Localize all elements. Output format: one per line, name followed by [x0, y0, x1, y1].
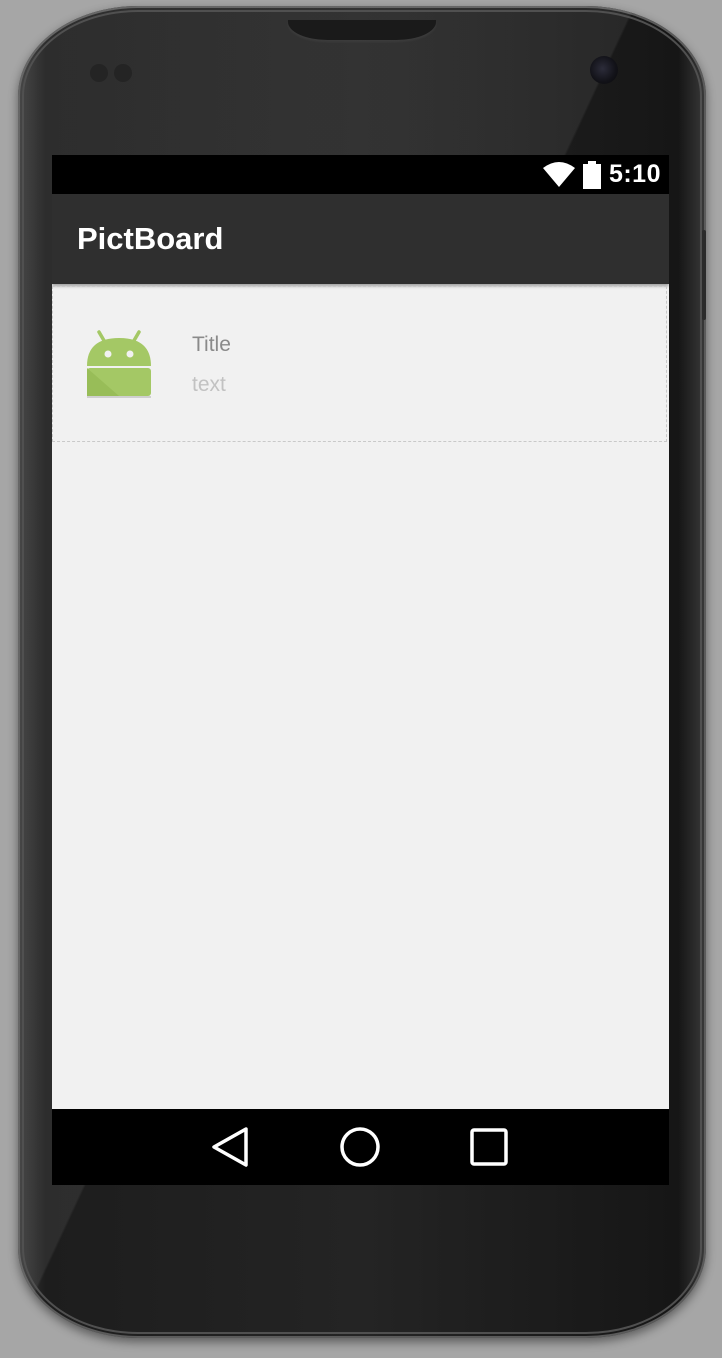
- navigation-bar: [52, 1109, 669, 1185]
- content-area: Title text: [52, 284, 669, 1109]
- list-item[interactable]: Title text: [52, 286, 667, 442]
- recents-icon[interactable]: [467, 1125, 511, 1169]
- app-bar: PictBoard: [52, 194, 669, 284]
- front-camera: [590, 56, 618, 84]
- earpiece-speaker: [288, 20, 436, 40]
- power-button[interactable]: [702, 230, 706, 320]
- battery-icon: [582, 160, 601, 189]
- app-title: PictBoard: [77, 221, 224, 256]
- status-icons: 5:10: [542, 155, 661, 194]
- home-icon[interactable]: [338, 1125, 382, 1169]
- android-icon: [87, 330, 151, 398]
- wifi-icon: [542, 161, 575, 187]
- clock: 5:10: [608, 160, 661, 188]
- device-screen: 5:10 PictBoard Title text: [52, 155, 669, 1185]
- back-icon[interactable]: [208, 1125, 252, 1169]
- list-item-title: Title: [192, 333, 231, 356]
- light-sensor: [114, 64, 132, 82]
- status-bar: 5:10: [52, 155, 669, 194]
- proximity-sensor: [90, 64, 108, 82]
- list-item-text: text: [192, 373, 226, 396]
